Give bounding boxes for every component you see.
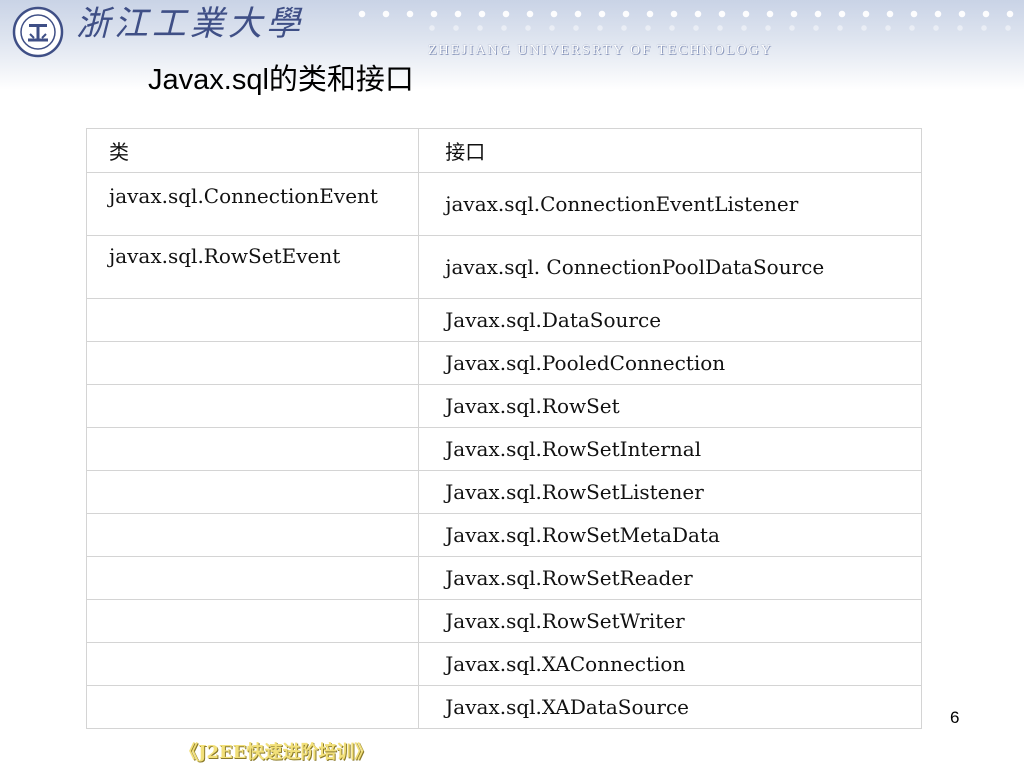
table-row: Javax.sql.XAConnection: [85, 642, 922, 686]
table-row: Javax.sql.XADataSource: [85, 685, 922, 729]
table-row: Javax.sql.RowSetInternal: [85, 427, 922, 471]
table-cell-class: javax.sql.ConnectionEvent: [85, 172, 420, 236]
table-cell-class: [85, 298, 420, 342]
header-dots-decoration: [350, 8, 1024, 20]
table-cell-class: [85, 427, 420, 471]
table-cell-class: [85, 599, 420, 643]
table-cell-class: [85, 470, 420, 514]
column-header-classes: 类: [85, 128, 420, 173]
table-row: Javax.sql.PooledConnection: [85, 341, 922, 385]
table-cell-interface: Javax.sql.RowSetReader: [418, 556, 922, 600]
university-seal-icon: [12, 6, 64, 58]
university-name-en: ZHEJIANG UNIVERSRTY OF TECHNOLOGY: [428, 43, 773, 58]
table-cell-class: [85, 513, 420, 557]
table-cell-interface: Javax.sql.RowSetInternal: [418, 427, 922, 471]
slide-title: Javax.sql的类和接口: [148, 64, 414, 96]
university-name: 浙江工業大學: [76, 4, 304, 44]
slide-page-number: 6: [950, 708, 960, 727]
table-cell-interface: javax.sql.ConnectionEventListener: [418, 172, 922, 236]
table-row: Javax.sql.RowSetListener: [85, 470, 922, 514]
table-row: javax.sql.RowSetEvent javax.sql. Connect…: [85, 235, 922, 299]
table-cell-class: [85, 384, 420, 428]
table-cell-class: [85, 341, 420, 385]
table-cell-interface: Javax.sql.XAConnection: [418, 642, 922, 686]
table-row: Javax.sql.RowSet: [85, 384, 922, 428]
table-cell-interface: javax.sql. ConnectionPoolDataSource: [418, 235, 922, 299]
table-cell-class: [85, 556, 420, 600]
table-cell-interface: Javax.sql.RowSetWriter: [418, 599, 922, 643]
header-dots-decoration-2: [420, 22, 1024, 34]
table-header-row: 类 接口: [85, 128, 922, 173]
slide-footer: 《J2EE快速进阶培训》: [180, 742, 373, 763]
table-row: Javax.sql.RowSetWriter: [85, 599, 922, 643]
table-cell-interface: Javax.sql.RowSetMetaData: [418, 513, 922, 557]
table-cell-class: javax.sql.RowSetEvent: [85, 235, 420, 299]
table-row: Javax.sql.DataSource: [85, 298, 922, 342]
table-row: Javax.sql.RowSetMetaData: [85, 513, 922, 557]
table-cell-interface: Javax.sql.XADataSource: [418, 685, 922, 729]
column-header-interfaces: 接口: [418, 128, 922, 173]
table-cell-class: [85, 685, 420, 729]
table-cell-interface: Javax.sql.PooledConnection: [418, 341, 922, 385]
table-cell-interface: Javax.sql.RowSetListener: [418, 470, 922, 514]
classes-interfaces-table: 类 接口 javax.sql.ConnectionEvent javax.sql…: [85, 128, 922, 729]
table-cell-interface: Javax.sql.DataSource: [418, 298, 922, 342]
table-cell-interface: Javax.sql.RowSet: [418, 384, 922, 428]
table-row: javax.sql.ConnectionEvent javax.sql.Conn…: [85, 172, 922, 236]
table-row: Javax.sql.RowSetReader: [85, 556, 922, 600]
table-cell-class: [85, 642, 420, 686]
